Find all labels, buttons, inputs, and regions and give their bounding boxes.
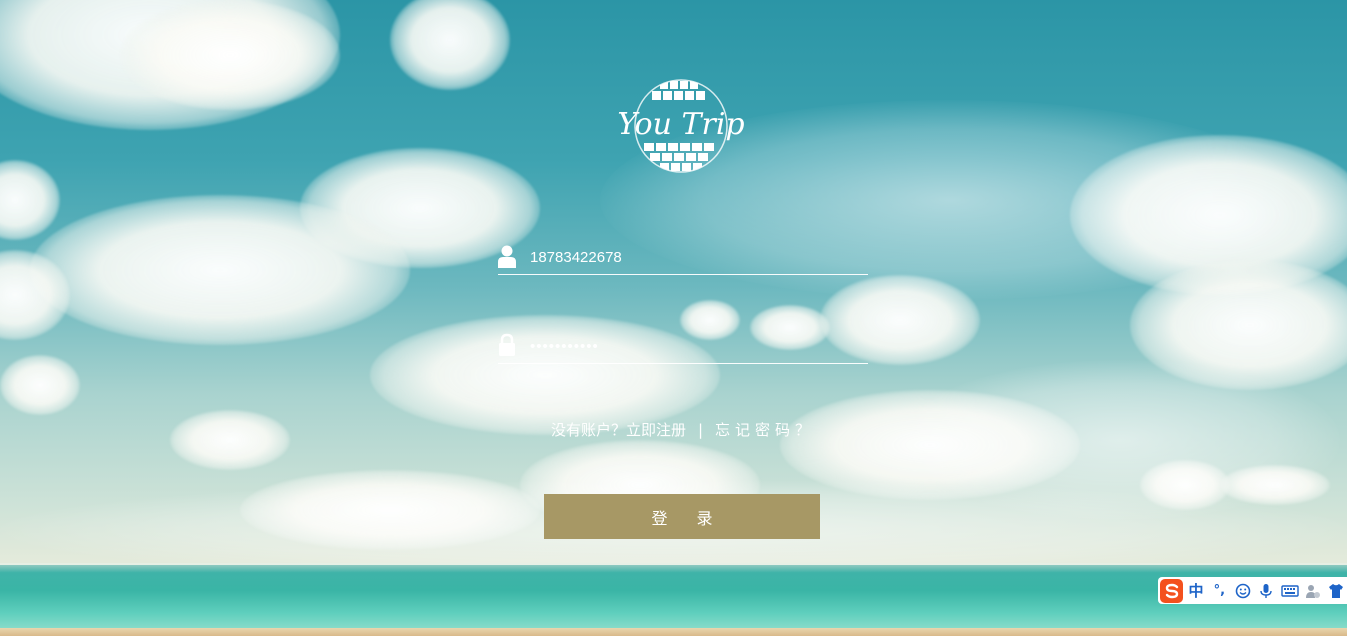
- username-input[interactable]: [530, 246, 860, 268]
- username-field: [498, 244, 868, 275]
- ime-mode-toggle[interactable]: 中: [1185, 580, 1206, 602]
- mic-icon[interactable]: [1255, 580, 1276, 602]
- user-icon: [498, 244, 516, 268]
- sea-background: [0, 565, 1347, 629]
- user-settings-icon[interactable]: [1302, 580, 1323, 602]
- emoji-icon[interactable]: [1232, 580, 1253, 602]
- forgot-password-link[interactable]: 忘记密码？: [715, 421, 815, 439]
- account-links: 没有账户？立即注册 | 忘记密码？: [498, 419, 868, 439]
- sand-strip: [0, 628, 1347, 636]
- password-input[interactable]: [530, 335, 860, 357]
- youtrip-logo: You Trip: [616, 76, 746, 176]
- login-button[interactable]: 登 录: [544, 494, 820, 539]
- keyboard-icon[interactable]: [1279, 580, 1300, 602]
- lock-icon: [498, 333, 516, 357]
- sogou-s-icon[interactable]: [1160, 578, 1184, 603]
- register-link[interactable]: 没有账户？立即注册: [551, 421, 686, 439]
- globe-logo-icon: You Trip: [617, 79, 745, 173]
- logo-text: You Trip: [617, 107, 744, 142]
- login-page: You Trip 没有账户？立即注册 | 忘记密码？ 登 录: [0, 0, 1347, 636]
- skin-shirt-icon[interactable]: [1326, 580, 1347, 602]
- links-separator: |: [697, 421, 704, 439]
- ime-punct-toggle[interactable]: °,: [1209, 580, 1230, 602]
- ime-toolbar: 中 °,: [1158, 577, 1347, 604]
- password-field: [498, 333, 868, 364]
